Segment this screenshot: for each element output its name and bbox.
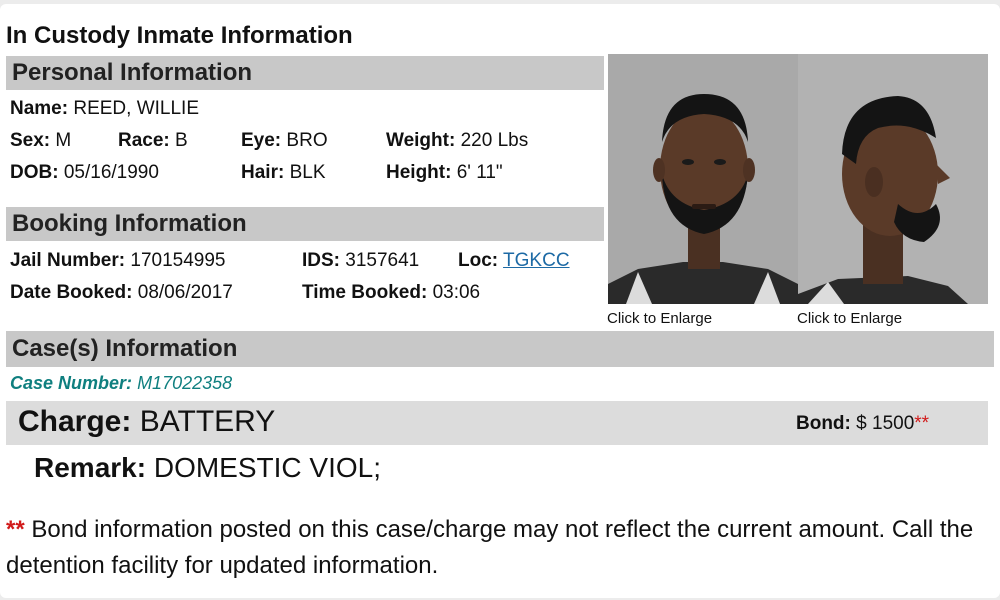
name-value: REED, WILLIE — [73, 98, 200, 119]
height-field: Height: 6' 11" — [386, 162, 503, 184]
mugshot-front[interactable] — [608, 54, 798, 304]
loc-field: Loc: TGKCC — [458, 250, 570, 272]
name-row: Name: REED, WILLIE — [10, 98, 199, 120]
hair-field: Hair: BLK — [241, 162, 326, 184]
disclaimer-marker: ** — [6, 516, 25, 543]
ids-value: 3157641 — [345, 250, 420, 271]
loc-link[interactable]: TGKCC — [503, 250, 570, 271]
jail-number-label: Jail Number: — [10, 250, 126, 271]
jail-number-value: 170154995 — [130, 250, 226, 271]
time-booked-value: 03:06 — [432, 282, 481, 303]
booking-info-header: Booking Information — [6, 207, 604, 241]
height-label: Height: — [386, 162, 452, 183]
sex-field: Sex: M — [10, 130, 71, 152]
charge: Charge: BATTERY — [18, 405, 275, 439]
time-booked-label: Time Booked: — [302, 282, 428, 303]
race-label: Race: — [118, 130, 170, 151]
race-value: B — [175, 130, 188, 151]
dob-label: DOB: — [10, 162, 59, 183]
weight-field: Weight: 220 Lbs — [386, 130, 528, 152]
weight-value: 220 Lbs — [460, 130, 529, 151]
charge-value: BATTERY — [139, 405, 276, 438]
loc-label: Loc: — [458, 250, 499, 271]
sex-label: Sex: — [10, 130, 51, 151]
disclaimer-text: Bond information posted on this case/cha… — [6, 516, 974, 579]
dob-value: 05/16/1990 — [63, 162, 159, 183]
time-booked-field: Time Booked: 03:06 — [302, 282, 480, 304]
case-number-value: M17022358 — [137, 373, 233, 393]
cases-info-header: Case(s) Information — [6, 331, 994, 367]
sex-value: M — [55, 130, 72, 151]
mugshot-side-image — [798, 54, 988, 304]
weight-label: Weight: — [386, 130, 456, 151]
page-title: In Custody Inmate Information — [6, 22, 353, 49]
bond-label: Bond: — [796, 413, 851, 434]
side-photo-caption[interactable]: Click to Enlarge — [797, 310, 902, 327]
remark-value: DOMESTIC VIOL; — [153, 452, 381, 483]
inmate-card: In Custody Inmate Information Personal I… — [0, 4, 1000, 598]
charge-label: Charge: — [18, 405, 132, 438]
case-number-label: Case Number: — [10, 373, 133, 393]
remark-label: Remark: — [34, 452, 147, 483]
dob-field: DOB: 05/16/1990 — [10, 162, 159, 184]
bond-value: $ 1500 — [856, 413, 915, 434]
date-booked-label: Date Booked: — [10, 282, 133, 303]
date-booked-value: 08/06/2017 — [137, 282, 233, 303]
bond: Bond: $ 1500** — [796, 413, 929, 435]
bond-footnote-marker: ** — [914, 413, 930, 434]
bond-disclaimer: ** Bond information posted on this case/… — [6, 512, 991, 584]
name-label: Name: — [10, 98, 69, 119]
personal-info-header: Personal Information — [6, 56, 604, 90]
ids-label: IDS: — [302, 250, 340, 271]
date-booked-field: Date Booked: 08/06/2017 — [10, 282, 233, 304]
ids-field: IDS: 3157641 — [302, 250, 419, 272]
hair-value: BLK — [289, 162, 326, 183]
case-number: Case Number: M17022358 — [10, 373, 232, 394]
remark: Remark: DOMESTIC VIOL; — [34, 452, 381, 484]
mugshot-front-image — [608, 54, 798, 304]
hair-label: Hair: — [241, 162, 285, 183]
front-photo-caption[interactable]: Click to Enlarge — [607, 310, 712, 327]
jail-number-field: Jail Number: 170154995 — [10, 250, 225, 272]
race-field: Race: B — [118, 130, 188, 152]
height-value: 6' 11" — [456, 162, 503, 183]
mugshot-side[interactable] — [798, 54, 988, 304]
charge-row: Charge: BATTERY Bond: $ 1500** — [6, 401, 988, 445]
eye-field: Eye: BRO — [241, 130, 328, 152]
eye-value: BRO — [286, 130, 328, 151]
eye-label: Eye: — [241, 130, 282, 151]
